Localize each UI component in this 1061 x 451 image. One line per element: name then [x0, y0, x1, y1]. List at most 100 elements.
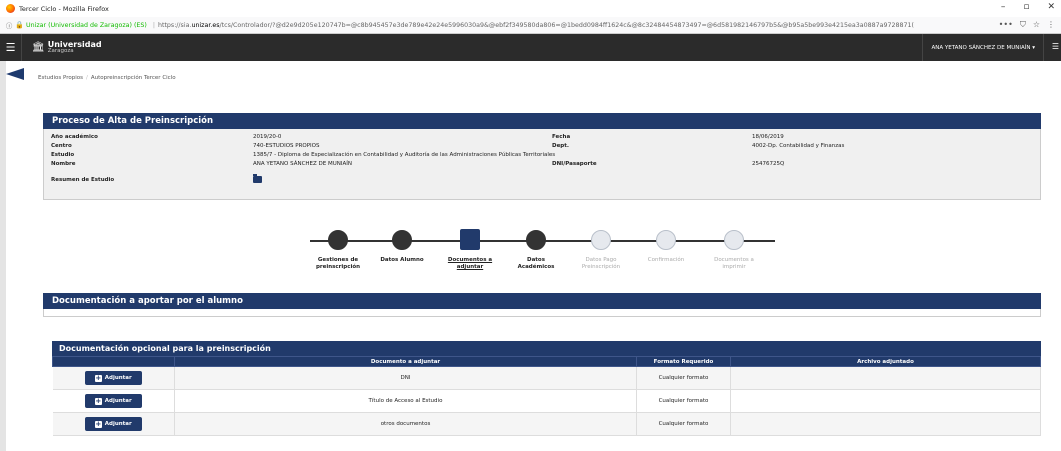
adjuntar-label: Adjuntar: [104, 421, 132, 427]
col-header-archivo: Archivo adjuntado: [730, 356, 1041, 367]
left-rail: [0, 61, 6, 451]
maximize-button[interactable]: ▫: [1023, 2, 1029, 12]
step-label-line1: Documentos a: [447, 257, 493, 263]
step-label-line1: Gestiones de: [317, 257, 359, 263]
value-nombre: ANA YETANO SÁNCHEZ DE MUNIAÍN: [253, 161, 353, 167]
folder-open-icon[interactable]: [253, 174, 262, 183]
label-fecha: Fecha: [552, 134, 571, 140]
step-label-line1: Datos: [527, 257, 545, 263]
logo-line1: Universidad: [47, 39, 102, 49]
url-path: /tcs/Controlador/?@d2e9d205e120747b=@c8b…: [219, 21, 914, 29]
value-anio: 2019/20-0: [253, 134, 282, 140]
plus-icon: +: [94, 396, 102, 405]
documentacion-aportar-title: Documentación a aportar por el alumno: [43, 293, 1041, 309]
breadcrumb: Estudios Propios / Autopreinscripción Terc…: [38, 75, 176, 81]
step-todo-icon: [591, 230, 611, 250]
plus-icon: +: [94, 373, 102, 382]
step-datos-alumno[interactable]: Datos Alumno: [372, 228, 432, 264]
info-icon[interactable]: ⓘ: [6, 21, 12, 30]
step-done-icon: [526, 230, 546, 250]
university-crest-icon: 🏛: [32, 42, 45, 53]
step-label-line1: Documentos a: [714, 257, 754, 263]
step-current-icon: [460, 229, 480, 250]
step-label-line2: preinscripción: [315, 264, 361, 270]
step-label-line2: imprimir: [722, 264, 746, 270]
adjuntar-button[interactable]: + Adjuntar: [84, 371, 142, 385]
step-done-icon: [392, 230, 412, 250]
app-header: ☰ 🏛 Universidad Zaragoza ANA YETANO SÁNC…: [0, 34, 1061, 61]
cell-formato: Cualquier formato: [636, 412, 731, 436]
logo-line2: Zaragoza: [47, 47, 74, 54]
progress-stepper: Gestiones de preinscripción Datos Alumno …: [310, 228, 780, 288]
university-logo[interactable]: 🏛 Universidad Zaragoza: [32, 39, 102, 55]
step-label-line2: Preinscripción: [581, 264, 621, 270]
value-fecha: 18/06/2019: [752, 134, 784, 140]
step-confirmacion: Confirmación: [636, 228, 696, 264]
plus-icon: +: [94, 419, 102, 428]
documentacion-opcional-panel: Documentación opcional para la preinscri…: [52, 341, 1041, 436]
site-identity[interactable]: Unizar (Universidad de Zaragoza) (ES): [26, 22, 147, 29]
lock-icon[interactable]: 🔒: [15, 21, 24, 29]
table-row: + Adjuntar otros documentos Cualquier for…: [52, 412, 1041, 436]
documentacion-opcional-title: Documentación opcional para la preinscri…: [52, 341, 1041, 356]
sidebar-toggle-icon[interactable]: [6, 68, 24, 80]
hamburger-menu-icon[interactable]: ☰: [0, 34, 22, 61]
label-estudio: Estudio: [51, 152, 75, 158]
step-documentos-adjuntar[interactable]: Documentos a adjuntar: [440, 228, 500, 271]
label-anio: Año académico: [51, 134, 98, 140]
step-label-line2: adjuntar: [456, 264, 484, 270]
value-estudio: 1385/7 - Diploma de Especialización en C…: [253, 152, 556, 158]
close-window-button[interactable]: ✕: [1047, 2, 1055, 12]
label-centro: Centro: [51, 143, 72, 149]
label-resumen: Resumen de Estudio: [51, 177, 115, 183]
cell-archivo: [730, 412, 1041, 436]
window-titlebar: Tercer Ciclo - Mozilla Firefox – ▫ ✕: [0, 0, 1061, 17]
user-menu-dropdown[interactable]: ANA YETANO SÁNCHEZ DE MUNIAÍN ▾: [922, 34, 1044, 61]
cell-formato: Cualquier formato: [636, 366, 731, 390]
col-header-action: [52, 356, 175, 367]
col-header-documento: Documento a adjuntar: [174, 356, 637, 367]
page-actions-icon[interactable]: •••: [999, 20, 1013, 30]
minimize-button[interactable]: –: [1001, 2, 1006, 12]
url-separator: |: [152, 21, 155, 29]
step-todo-icon: [724, 230, 744, 250]
proceso-panel: Proceso de Alta de Preinscripción Año ac…: [43, 113, 1041, 200]
step-label-line1: Confirmación: [647, 257, 685, 263]
adjuntar-label: Adjuntar: [104, 398, 132, 404]
cell-formato: Cualquier formato: [636, 389, 731, 413]
step-datos-academicos[interactable]: Datos Académicos: [506, 228, 566, 271]
col-header-formato: Formato Requerido: [636, 356, 731, 367]
label-nombre: Nombre: [51, 161, 76, 167]
adjuntar-button[interactable]: + Adjuntar: [84, 417, 142, 431]
url-domain: unizar.es: [191, 21, 220, 29]
value-centro: 740-ESTUDIOS PROPIOS: [253, 143, 320, 149]
right-menu-icon[interactable]: ☰: [1052, 42, 1059, 51]
proceso-panel-title: Proceso de Alta de Preinscripción: [43, 113, 1041, 129]
cell-documento: otros documentos: [174, 412, 637, 436]
bookmark-star-icon[interactable]: ☆: [1033, 20, 1040, 30]
step-label-line1: Datos Alumno: [380, 257, 424, 263]
url-text[interactable]: https://sia.unizar.es/tcs/Controlador/?@…: [158, 22, 914, 29]
breadcrumb-item-estudios-propios[interactable]: Estudios Propios: [38, 75, 83, 81]
pocket-icon[interactable]: ⛉: [1020, 20, 1026, 30]
overflow-menu-icon[interactable]: ⋮: [1047, 20, 1055, 30]
adjuntar-label: Adjuntar: [104, 375, 132, 381]
step-label-line2: Académicos: [517, 264, 555, 270]
cell-archivo: [730, 366, 1041, 390]
table-row: + Adjuntar DNI Cualquier formato: [52, 366, 1041, 390]
step-gestiones[interactable]: Gestiones de preinscripción: [308, 228, 368, 271]
cell-documento: DNI: [174, 366, 637, 390]
breadcrumb-item-current: Autopreinscripción Tercer Ciclo: [90, 75, 176, 81]
step-datos-pago: Datos Pago Preinscripción: [571, 228, 631, 271]
label-dni: DNI/Pasaporte: [552, 161, 597, 167]
documentacion-aportar-panel: Documentación a aportar por el alumno: [43, 293, 1041, 317]
table-row: + Adjuntar Título de Acceso al Estudio Cu…: [52, 389, 1041, 413]
documentos-table: Documento a adjuntar Formato Requerido A…: [52, 356, 1041, 436]
step-label-line1: Datos Pago: [585, 257, 617, 263]
step-todo-icon: [656, 230, 676, 250]
adjuntar-button[interactable]: + Adjuntar: [84, 394, 142, 408]
value-dni: 25476725Q: [752, 161, 785, 167]
url-bar[interactable]: ⓘ 🔒 Unizar (Universidad de Zaragoza) (ES…: [0, 17, 1061, 34]
breadcrumb-separator: /: [85, 75, 88, 81]
url-prefix: https://sia.: [157, 21, 192, 29]
